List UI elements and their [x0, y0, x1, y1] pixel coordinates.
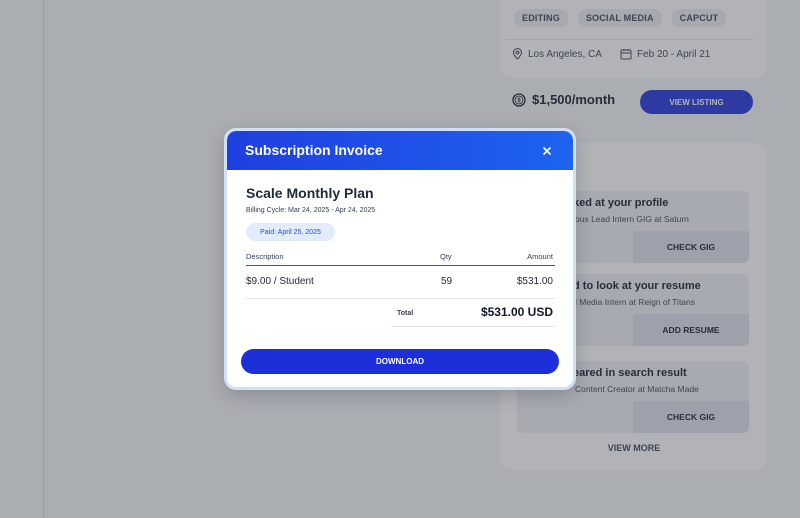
- close-icon-glyph: [542, 146, 552, 156]
- subscription-invoice-modal: Subscription Invoice Scale Monthly Plan …: [224, 128, 576, 390]
- plan-name: Scale Monthly Plan: [246, 185, 374, 201]
- table-row-divider: [246, 298, 555, 299]
- total-divider: [391, 326, 555, 327]
- total-value: $531.00 USD: [480, 305, 553, 319]
- column-header-description: Description: [246, 252, 284, 261]
- line-item-qty: 59: [441, 276, 453, 287]
- column-header-amount: Amount: [527, 252, 553, 261]
- line-item-description: $9.00 / Student: [246, 276, 314, 287]
- close-icon[interactable]: [539, 143, 555, 159]
- paid-status-badge: Paid: April 25, 2025: [246, 223, 335, 241]
- column-header-qty: Qty: [440, 252, 452, 261]
- modal-title: Subscription Invoice: [245, 142, 383, 158]
- billing-cycle: Billing Cycle: Mar 24, 2025 - Apr 24, 20…: [246, 207, 376, 214]
- line-item-amount: $531.00: [516, 276, 553, 287]
- modal-header: Subscription Invoice: [227, 131, 573, 170]
- download-button[interactable]: DOWNLOAD: [241, 349, 559, 374]
- total-label: Total: [397, 310, 414, 317]
- table-header-divider: [246, 265, 555, 266]
